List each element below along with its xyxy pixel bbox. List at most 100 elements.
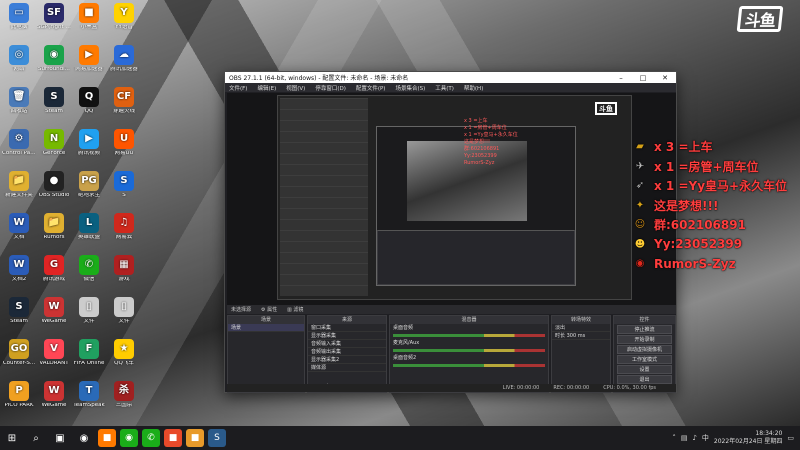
duration-field[interactable]: 时长 300 ms	[552, 332, 610, 340]
desktop-icon[interactable]: 📁 新建文件夹	[2, 168, 36, 208]
desktop-icon[interactable]: ▶ 腾讯视频	[72, 126, 106, 166]
taskbar-app-icon[interactable]: ■	[186, 429, 204, 447]
source-item[interactable]: 音频输出采集	[308, 348, 386, 356]
control-button[interactable]: 退出	[617, 375, 672, 384]
desktop-icon[interactable]: Y YY语音	[107, 0, 141, 40]
taskbar-app-icon[interactable]: ◉	[120, 429, 138, 447]
properties-button[interactable]: ⚙ 属性	[261, 306, 277, 313]
desktop-icon[interactable]: W 文档2	[2, 252, 36, 292]
obs-preview[interactable]: 斗鱼 x 3 =上车 x 1 =房管+周车位 x 1 =Yy皇马+永久车位 这是梦想!…	[227, 93, 676, 305]
desktop-icon[interactable]: ● OBS Studio	[37, 168, 71, 208]
desktop-icon[interactable]: L 英雄联盟	[72, 210, 106, 250]
menu-item[interactable]: 编辑(E)	[257, 84, 276, 92]
source-item[interactable]: 媒体源	[308, 364, 386, 372]
control-button[interactable]: 启动虚拟摄像机	[617, 345, 672, 354]
menu-item[interactable]: 视图(V)	[286, 84, 305, 92]
desktop-icon[interactable]: PG 绝地求生	[72, 168, 106, 208]
chevron-up-icon[interactable]: ˄	[672, 434, 676, 442]
desktop-icon[interactable]: SF SGP(Fight Cl...	[37, 0, 71, 40]
volume-meter[interactable]	[393, 349, 545, 352]
obs-menu-bar[interactable]: 文件(F) 编辑(E) 视图(V) 停靠窗口(D) 配置文件(P) 场景集合(S) 工具(T…	[225, 83, 676, 92]
source-item[interactable]: 音频输入采集	[308, 340, 386, 348]
desktop-icon[interactable]: T TeamSpeak	[72, 378, 106, 418]
task-view-icon[interactable]: ▣	[50, 428, 70, 448]
desktop-icon[interactable]: ★ QQ飞车	[107, 336, 141, 376]
mixer-track[interactable]: 桌面音频	[390, 324, 548, 337]
filters-button[interactable]: ▥ 滤镜	[287, 306, 303, 313]
desktop-icon-label: YY语音	[115, 25, 133, 30]
desktop-icon[interactable]: G 腾讯游戏	[37, 252, 71, 292]
desktop-icon[interactable]: ✆ 微信	[72, 252, 106, 292]
desktop-icon[interactable]: ♫ 网易云	[107, 210, 141, 250]
menu-item[interactable]: 工具(T)	[435, 84, 454, 92]
search-icon[interactable]: ⌕	[26, 428, 46, 448]
control-button[interactable]: 开始录制	[617, 335, 672, 344]
maximize-button[interactable]: □	[632, 74, 654, 82]
menu-item[interactable]: 配置文件(P)	[356, 84, 386, 92]
mixer-track[interactable]: 麦克风/Aux	[390, 339, 548, 352]
control-button[interactable]: 停止推流	[617, 325, 672, 334]
network-icon[interactable]: ▤	[681, 434, 688, 442]
mixer-track[interactable]: 桌面音频2	[390, 354, 548, 367]
desktop-icon[interactable]: ▶ 网易加速器	[72, 42, 106, 82]
taskbar-app-icon[interactable]: ■	[164, 429, 182, 447]
desktop-icon[interactable]: ⚙ Control Panel	[2, 126, 36, 166]
desktop-icon[interactable]: ◎ 网络	[2, 42, 36, 82]
desktop-icon[interactable]: CF 穿越火线	[107, 84, 141, 124]
desktop-icon[interactable]: SS	[107, 168, 141, 208]
desktop-icon[interactable]: V VALORANT	[37, 336, 71, 376]
taskbar-app-icon[interactable]: ✆	[142, 429, 160, 447]
volume-icon[interactable]: ♪	[692, 434, 696, 442]
minimize-button[interactable]: –	[610, 74, 632, 82]
source-item[interactable]: 显示器采集	[308, 332, 386, 340]
desktop-icon[interactable]: N GeForce	[37, 126, 71, 166]
desktop-icon[interactable]: 📁 Rumors	[37, 210, 71, 250]
volume-meter[interactable]	[393, 334, 545, 337]
desktop-icon[interactable]: 杀三国杀	[107, 378, 141, 418]
source-item[interactable]: 显示器采集2	[308, 356, 386, 364]
obs-title-bar[interactable]: OBS 27.1.1 (64-bit, windows) - 配置文件: 未命名…	[225, 72, 676, 83]
menu-item[interactable]: 停靠窗口(D)	[315, 84, 346, 92]
desktop-icon[interactable]: ☁ 腾讯加速器	[107, 42, 141, 82]
desktop-icon[interactable]: GO Counter-S...	[2, 336, 36, 376]
desktop-icon[interactable]: S Steam	[2, 294, 36, 334]
desktop-icon[interactable]: 🗑 回收站	[2, 84, 36, 124]
desktop-icon[interactable]: ■ 小黑盒	[72, 0, 106, 40]
transition-select[interactable]: 淡出	[552, 324, 610, 332]
desktop-icon[interactable]: ◉ Surroundi...	[37, 42, 71, 82]
desktop-icon[interactable]: ▦ 游戏	[107, 252, 141, 292]
desktop-icon[interactable]: U 网易UU	[107, 126, 141, 166]
desktop-icon[interactable]: P PICO PARK	[2, 378, 36, 418]
volume-meter[interactable]	[393, 364, 545, 367]
desktop-icon[interactable]: ▭ 此电脑	[2, 0, 36, 40]
desktop-icon[interactable]: S Steam	[37, 84, 71, 124]
source-item[interactable]: 窗口采集	[308, 324, 386, 332]
app-icon: GO	[9, 339, 29, 359]
app-icon: W	[44, 381, 64, 401]
scene-item[interactable]: 场景	[228, 324, 304, 332]
menu-item[interactable]: 场景集合(S)	[395, 84, 425, 92]
notification-icon[interactable]: ▭	[787, 434, 794, 442]
close-button[interactable]: ✕	[654, 74, 676, 82]
obs-taskbar-icon[interactable]: ◉	[74, 428, 94, 448]
desktop-icon[interactable]: Q QQ	[72, 84, 106, 124]
menu-item[interactable]: 文件(F)	[229, 84, 247, 92]
desktop-icon[interactable]: W 文档	[2, 210, 36, 250]
taskbar-app-icon[interactable]: ■	[98, 429, 116, 447]
desktop-icon[interactable]: F FIFA Online	[72, 336, 106, 376]
menu-item[interactable]: 帮助(H)	[464, 84, 483, 92]
clock[interactable]: 18:34:20 2022年02月24日 星期四	[714, 430, 782, 446]
start-button[interactable]: ⊞	[2, 428, 22, 448]
taskbar-app-icon[interactable]: S	[208, 429, 226, 447]
control-button[interactable]: 设置	[617, 365, 672, 374]
obs-window[interactable]: OBS 27.1.1 (64-bit, windows) - 配置文件: 未命名…	[224, 71, 677, 393]
desktop-icon[interactable]: W WeGame	[37, 378, 71, 418]
track-label: 麦克风/Aux	[393, 340, 420, 346]
language-indicator[interactable]: 中	[702, 433, 709, 443]
desktop-icon[interactable]: ▯ 文件	[107, 294, 141, 334]
desktop-icon-label: 文档2	[11, 277, 27, 282]
control-button[interactable]: 工作室模式	[617, 355, 672, 364]
desktop-icon-label: 回收站	[10, 109, 28, 114]
desktop-icon[interactable]: W WeGame	[37, 294, 71, 334]
desktop-icon[interactable]: ▯ 文件	[72, 294, 106, 334]
